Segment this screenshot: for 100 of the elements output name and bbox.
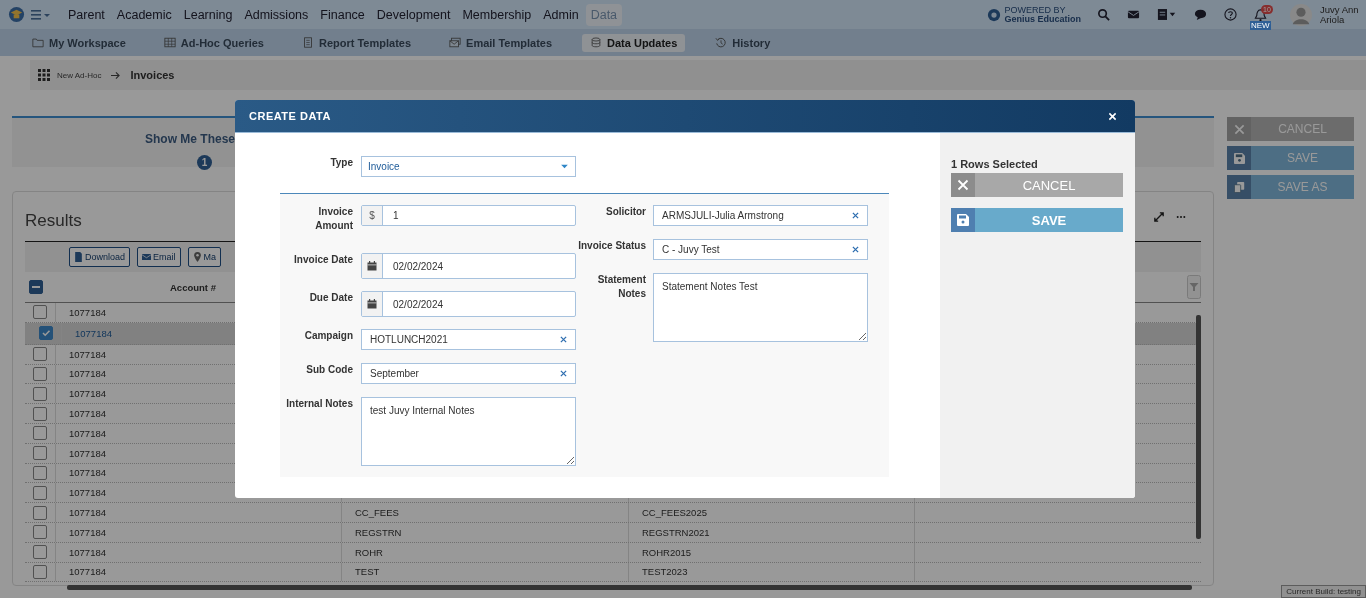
row-checkbox[interactable]	[33, 545, 47, 560]
nav-menu-item[interactable]: Parent	[63, 3, 110, 26]
nav-menu-item[interactable]: Learning	[178, 3, 238, 26]
close-icon[interactable]	[1108, 111, 1117, 121]
breadcrumb-link[interactable]: New Ad-Hoc	[57, 70, 102, 80]
table-cell: 1077184	[69, 447, 106, 459]
rows-selected-label: 1 Rows Selected	[951, 158, 1039, 170]
sub-nav-tab[interactable]: Report Templates	[293, 33, 420, 52]
filter-icon[interactable]	[1187, 275, 1201, 299]
history-icon	[715, 37, 728, 48]
avatar-icon[interactable]	[1290, 3, 1312, 26]
table-cell: 1077184	[69, 427, 106, 439]
list-dropdown-icon[interactable]	[1157, 8, 1177, 21]
row-checkbox[interactable]	[33, 347, 47, 362]
row-checkbox[interactable]	[33, 525, 47, 540]
lookup-field[interactable]: HOTLUNCH2021	[361, 329, 576, 350]
row-checkbox[interactable]	[33, 465, 47, 480]
row-checkbox[interactable]	[33, 446, 47, 461]
vertical-scrollbar[interactable]	[1196, 315, 1201, 539]
sub-nav-tab[interactable]: Email Templates	[441, 33, 561, 52]
row-checkbox[interactable]	[39, 326, 53, 341]
nav-menu-item[interactable]: Admin	[538, 3, 584, 26]
row-checkbox[interactable]	[33, 406, 47, 421]
dialog-title: CREATE DATA	[249, 110, 331, 122]
clear-icon[interactable]	[560, 336, 567, 343]
field-label: Invoice Status	[577, 239, 646, 253]
calendar-icon[interactable]	[367, 299, 377, 309]
apps-grid-icon[interactable]	[38, 69, 50, 81]
nav-menu-item[interactable]: Development	[371, 3, 456, 26]
table-cell: TEST2023	[642, 566, 688, 578]
row-checkbox[interactable]	[33, 505, 47, 520]
clear-icon[interactable]	[852, 212, 859, 219]
expand-icon[interactable]	[1154, 211, 1164, 222]
column-header[interactable]: Account #	[170, 281, 216, 293]
table-cell: 1077184	[69, 487, 106, 499]
table-cell: REGSTRN2021	[642, 526, 710, 538]
nav-menu-item[interactable]: Admissions	[239, 3, 314, 26]
nav-menu-item[interactable]: Academic	[111, 3, 177, 26]
field-label: Invoice Date	[293, 253, 353, 267]
table-cell: CC_FEES	[355, 507, 399, 519]
close-icon	[1233, 123, 1245, 135]
sub-nav-tab[interactable]: My Workspace	[24, 33, 134, 52]
check-icon	[41, 328, 51, 339]
table-cell: 1077184	[69, 546, 106, 558]
lookup-field[interactable]: September	[361, 363, 576, 384]
results-title: Results	[25, 210, 82, 231]
calendar-icon[interactable]	[367, 261, 377, 271]
date-field[interactable]: 02/02/2024	[361, 253, 576, 279]
date-field[interactable]: 02/02/2024	[361, 291, 576, 317]
row-checkbox[interactable]	[33, 426, 47, 441]
caret-icon	[560, 164, 569, 169]
lookup-field[interactable]: ARMSJULI-Julia Armstrong	[653, 205, 868, 226]
sub-nav-tab[interactable]: Ad-Hoc Queries	[155, 33, 272, 52]
field-label: Statement Notes	[596, 273, 646, 301]
nav-menu-item[interactable]: Membership	[457, 3, 537, 26]
table-cell: 1077184	[69, 526, 106, 538]
nav-menu-item[interactable]: Finance	[315, 3, 370, 26]
menu-icon[interactable]	[31, 8, 51, 21]
lookup-field[interactable]: C - Juvy Test	[653, 239, 868, 260]
sub-nav-tab[interactable]: History	[707, 33, 779, 52]
field-label: Campaign	[303, 329, 353, 343]
help-icon[interactable]	[1224, 8, 1237, 21]
step-number[interactable]: 1	[197, 155, 212, 170]
toolbar-button[interactable]: Ma	[187, 247, 222, 267]
amount-field[interactable]: $ 1	[361, 205, 576, 226]
more-icon[interactable]	[1176, 214, 1186, 219]
toolbar-button[interactable]: Download	[69, 247, 131, 267]
table-cell: REGSTRN	[355, 526, 402, 538]
table-cell: 1077184	[69, 368, 106, 380]
build-info: Current Build: testing	[1281, 585, 1366, 598]
clear-icon[interactable]	[852, 246, 859, 253]
company-name: Genius Education	[1004, 14, 1081, 24]
row-checkbox[interactable]	[33, 485, 47, 500]
logo-icon[interactable]	[8, 6, 25, 23]
row-checkbox[interactable]	[33, 564, 47, 579]
chat-icon[interactable]	[1194, 8, 1207, 21]
table-cell: ROHR	[355, 546, 383, 558]
close-icon	[957, 179, 969, 191]
genius-logo-icon	[987, 7, 1002, 22]
row-checkbox[interactable]	[33, 386, 47, 401]
field-label: Internal Notes	[285, 397, 353, 411]
currency-prefix: $	[362, 206, 383, 225]
select-all-checkbox[interactable]	[29, 280, 43, 294]
toolbar-button[interactable]: Email	[137, 247, 181, 267]
horizontal-scrollbar[interactable]	[67, 585, 1192, 591]
table-cell: 1077184	[69, 467, 106, 479]
notes-field[interactable]: test Juvy Internal Notes	[361, 397, 576, 466]
row-checkbox[interactable]	[33, 305, 47, 320]
table-cell: TEST	[355, 566, 380, 578]
type-select[interactable]: Invoice	[361, 156, 576, 177]
notes-field[interactable]: Statement Notes Test	[653, 273, 868, 342]
row-checkbox[interactable]	[33, 367, 47, 381]
database-icon	[590, 37, 603, 48]
clear-icon[interactable]	[560, 370, 567, 377]
search-icon[interactable]	[1097, 8, 1110, 21]
table-cell: ROHR2015	[642, 546, 692, 558]
table-cell: 1077184	[69, 507, 106, 519]
sub-nav-tab[interactable]: Data Updates	[582, 33, 686, 52]
envelope-icon[interactable]	[1127, 8, 1140, 21]
table-cell: 1077184	[75, 327, 112, 339]
